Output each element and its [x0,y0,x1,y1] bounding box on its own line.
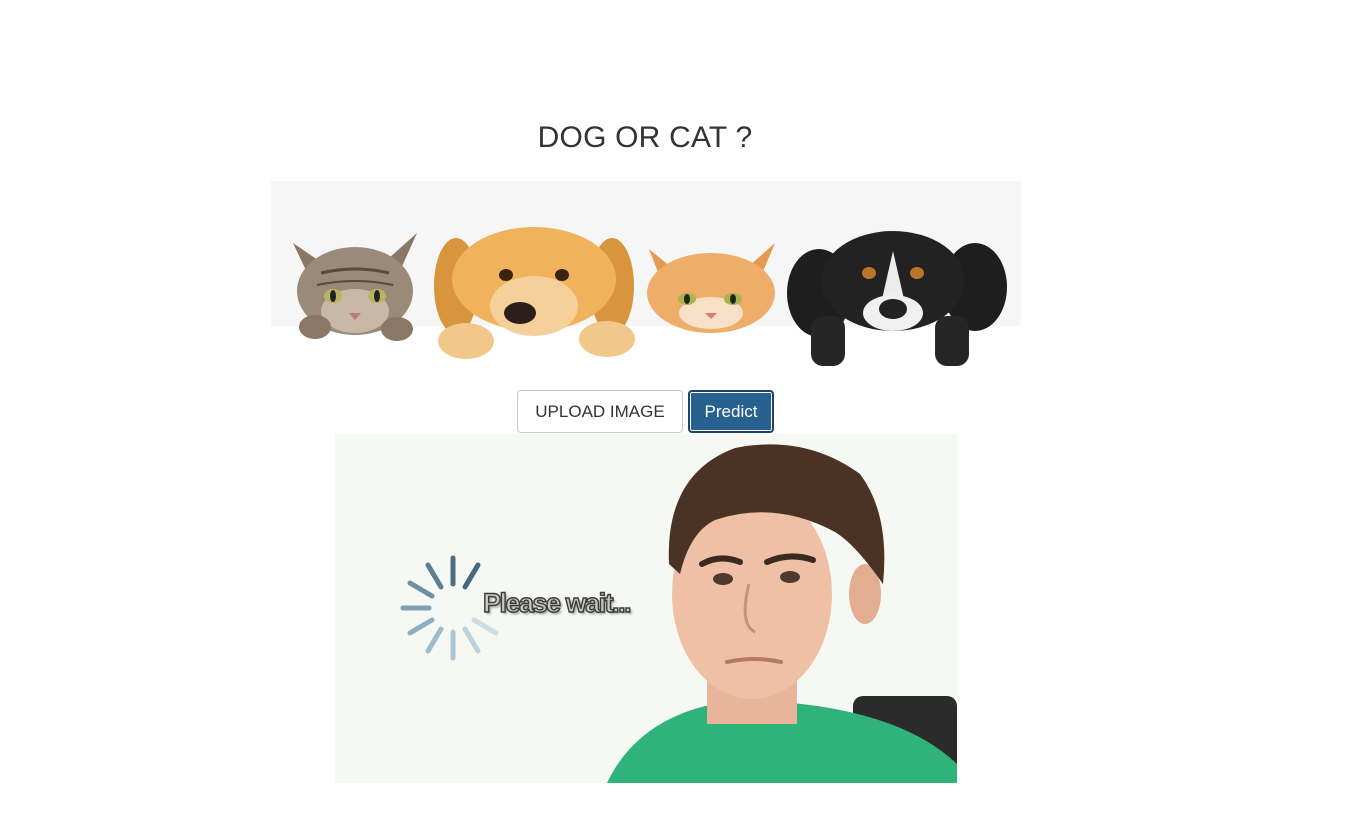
please-wait-text: Please wait... [482,587,632,618]
predict-button[interactable]: Predict [688,390,774,433]
page: DOG OR CAT ? UPLOAD IMAGE Predict Please… [0,0,1348,821]
page-title: DOG OR CAT ? [537,121,753,154]
banner-image [271,181,1021,381]
loading-image: Please wait... [335,434,957,783]
action-buttons: UPLOAD IMAGE Predict [517,390,774,433]
upload-image-button[interactable]: UPLOAD IMAGE [517,390,683,433]
